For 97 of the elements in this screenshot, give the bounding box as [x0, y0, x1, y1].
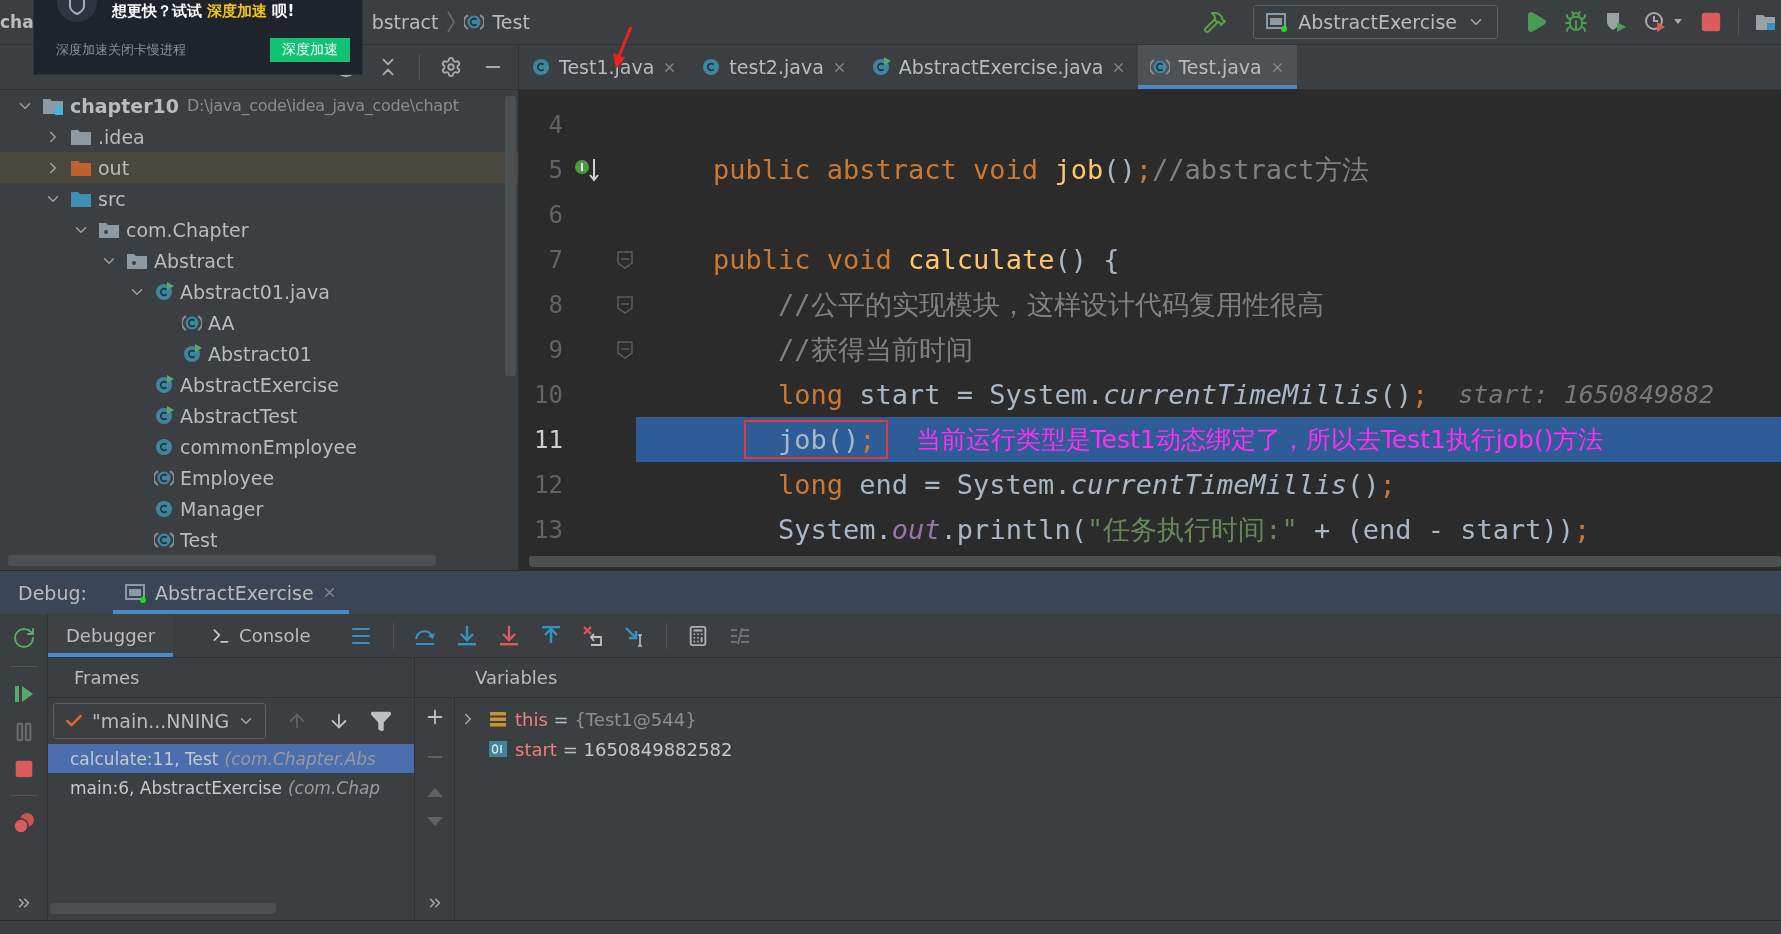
stack-frame[interactable]: calculate:11, Test (com.Chapter.Abs [48, 744, 414, 773]
line-number: 13 [533, 515, 563, 544]
window-icon [124, 582, 147, 603]
abstract-class-icon [154, 467, 174, 488]
project-path: D:\java_code\idea_java_code\chapt [187, 96, 459, 115]
class-icon [154, 498, 174, 519]
primitive-icon [489, 740, 507, 758]
mute-breakpoints-icon[interactable] [11, 812, 36, 834]
runnable-class-icon [182, 343, 202, 364]
tree-item[interactable]: .idea [0, 121, 518, 152]
class-icon [531, 57, 551, 77]
tree-item[interactable]: Employee [0, 462, 518, 493]
editor-tab[interactable]: AbstractExercise.java [858, 45, 1139, 89]
session-tab[interactable]: AbstractExercise [112, 571, 349, 614]
object-icon [489, 710, 507, 728]
line-number: 10 [533, 380, 563, 409]
code-text: public void calculate() { [713, 244, 1120, 275]
tree-item[interactable]: AbstractExercise [0, 369, 518, 400]
drop-frame-icon[interactable] [581, 624, 604, 647]
rerun-icon[interactable] [11, 626, 36, 650]
tree-item[interactable]: com.Chapter [0, 214, 518, 245]
variable-row[interactable]: start = 1650849882582 [455, 734, 1781, 764]
code-text: System.out.println("任务执行时间:" + (end - start)); [778, 512, 1591, 547]
breadcrumb-item[interactable]: bstract [371, 11, 439, 33]
promo-headline: 想更快？试试 深度加速 呗! [112, 1, 295, 21]
code-text: //公平的实现模块，这样设计代码复用性很高 [778, 287, 1324, 322]
stack-frame[interactable]: main:6, AbstractExercise (com.Chap [48, 773, 414, 802]
runnable-class-icon [154, 374, 174, 395]
annotation-note: 当前运行类型是Test1动态绑定了，所以去Test1执行job()方法 [915, 424, 1604, 456]
code-text: long end = System.currentTimeMillis(); [778, 469, 1396, 500]
move-down-icon[interactable] [425, 816, 444, 828]
code-text: long start = System.currentTimeMillis(); [778, 379, 1429, 410]
class-icon [701, 57, 722, 77]
editor-tab[interactable]: Test.java [1138, 45, 1297, 89]
pane-title: Frames [48, 658, 415, 697]
inline-value-hint: start: 1650849882 [1458, 380, 1715, 409]
tree-item[interactable]: Abstract [0, 245, 518, 276]
abstract-class-icon [182, 312, 202, 333]
variable-text: this = {Test1@544} [515, 708, 697, 730]
variable-text: start = 1650849882582 [515, 738, 733, 760]
runnable-class-icon [154, 281, 174, 302]
debug-icon[interactable] [1564, 10, 1588, 34]
tree-item[interactable]: src [0, 183, 518, 214]
runnable-class-icon [870, 57, 891, 77]
abstract-class-icon [1150, 57, 1171, 77]
tree-item[interactable]: chapter10 D:\java_code\idea_java_code\chapt [0, 90, 518, 121]
line-number: 6 [547, 200, 563, 229]
implemented-marker-icon[interactable] [574, 156, 602, 183]
hammer-icon[interactable] [1203, 10, 1228, 34]
thread-dropdown[interactable]: "main...NNING [53, 703, 267, 739]
breadcrumb-item[interactable]: cha [0, 12, 34, 32]
code-text: job(); [744, 420, 888, 459]
editor-tab[interactable]: test2.java [689, 45, 859, 89]
tree-item[interactable]: commonEmployee [0, 431, 518, 462]
line-number: 4 [547, 110, 563, 139]
promo-message: 深度加速关闭卡慢进程 [56, 41, 186, 59]
line-number: 11 [533, 425, 563, 454]
breadcrumb-separator-icon [446, 10, 457, 34]
breadcrumb-item[interactable]: Test [464, 11, 530, 33]
variable-row[interactable]: this = {Test1@544} [455, 704, 1781, 734]
fold-marker-icon[interactable] [616, 250, 633, 269]
line-number: 5 [547, 155, 563, 184]
stop-icon[interactable] [13, 759, 34, 779]
tree-item[interactable]: AA [0, 307, 518, 338]
abstract-class-icon [464, 12, 485, 32]
fold-marker-icon[interactable] [616, 340, 633, 359]
tree-item[interactable]: Manager [0, 493, 518, 524]
filter-icon[interactable] [370, 710, 393, 732]
debug-tab[interactable]: Console [193, 614, 329, 657]
abstract-class-icon [154, 529, 174, 550]
code-text: //获得当前时间 [778, 332, 973, 367]
panel-title: Debug: [18, 581, 87, 604]
coverage-icon[interactable] [1604, 10, 1628, 34]
move-up-icon[interactable] [425, 786, 444, 798]
pane-title: Variables [474, 666, 558, 690]
profiler-icon[interactable] [1644, 10, 1684, 34]
tree-item[interactable]: Abstract01.java [0, 276, 518, 307]
code-text: public abstract void job();//abstract方法 [713, 152, 1369, 187]
tree-item[interactable]: AbstractTest [0, 400, 518, 431]
line-number: 9 [547, 335, 563, 364]
class-icon [154, 436, 174, 457]
runnable-class-icon [154, 405, 174, 426]
run-configuration-dropdown[interactable]: AbstractExercise [1253, 5, 1498, 39]
fold-marker-icon[interactable] [616, 295, 633, 314]
line-number: 8 [547, 290, 563, 319]
step-into-icon[interactable] [455, 624, 478, 647]
stop-icon[interactable] [1700, 11, 1722, 33]
editor-tab[interactable]: Test1.java [519, 45, 690, 89]
tree-item[interactable]: Test [0, 524, 518, 555]
line-number: 12 [533, 470, 563, 499]
force-step-into-icon[interactable] [497, 624, 520, 647]
line-number: 7 [547, 245, 563, 274]
tree-item[interactable]: Abstract01 [0, 338, 518, 369]
window-icon [1266, 12, 1289, 32]
resume-icon[interactable] [12, 683, 35, 705]
scrollbar[interactable] [529, 556, 1781, 567]
settings-icon[interactable] [440, 56, 462, 78]
